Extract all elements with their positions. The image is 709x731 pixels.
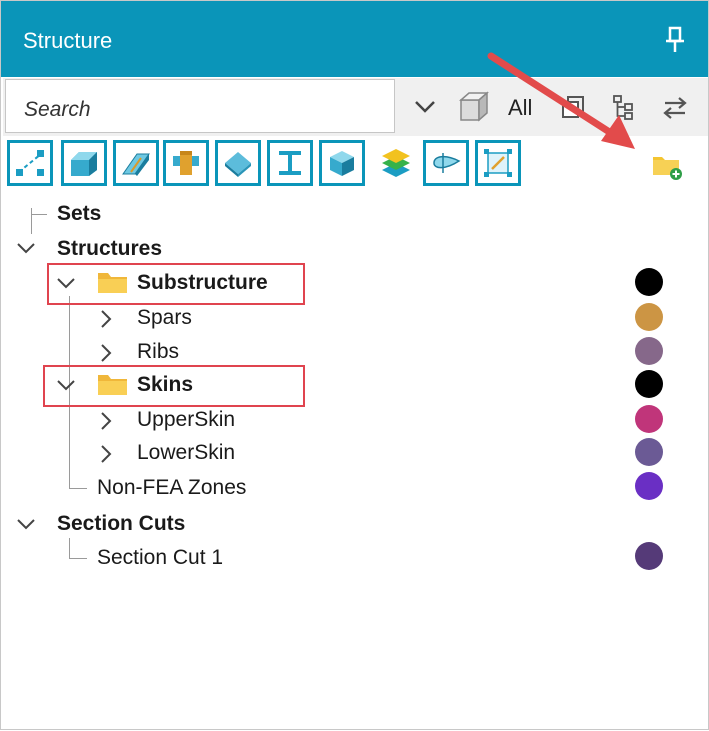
- color-swatch-section-cut-1[interactable]: [635, 542, 663, 570]
- filter-solid-button[interactable]: [61, 140, 107, 186]
- swap-arrows-icon[interactable]: [661, 95, 689, 121]
- tree-hierarchy-icon[interactable]: [611, 93, 637, 121]
- tree-item-skins[interactable]: Skins: [137, 373, 193, 397]
- copy-icon[interactable]: [559, 93, 587, 121]
- search-placeholder: Search: [24, 98, 91, 121]
- filter-zone-button[interactable]: [475, 140, 521, 186]
- tree-item-structures[interactable]: Structures: [57, 237, 162, 261]
- tree-line: [69, 558, 87, 559]
- tree-item-spars[interactable]: Spars: [137, 306, 192, 330]
- new-folder-icon[interactable]: [651, 151, 683, 181]
- filter-volume-button[interactable]: [319, 140, 365, 186]
- color-swatch-spars[interactable]: [635, 303, 663, 331]
- color-swatch-skins[interactable]: [635, 370, 663, 398]
- folder-icon: [98, 273, 127, 293]
- all-filter-label[interactable]: All: [508, 95, 532, 121]
- color-swatch-lowerskin[interactable]: [635, 438, 663, 466]
- filter-beam-button[interactable]: [267, 140, 313, 186]
- tree-item-substructure[interactable]: Substructure: [137, 271, 268, 295]
- filter-airfoil-button[interactable]: [423, 140, 469, 186]
- plate-icon: [225, 152, 251, 177]
- tree-line: [69, 488, 87, 489]
- folder-icon: [98, 375, 127, 395]
- filter-plate-button[interactable]: [215, 140, 261, 186]
- chevron-right-icon[interactable]: [99, 443, 113, 465]
- chevron-right-icon[interactable]: [99, 308, 113, 330]
- chevron-down-icon[interactable]: [15, 517, 37, 531]
- color-swatch-upperskin[interactable]: [635, 405, 663, 433]
- airfoil-icon: [433, 153, 461, 173]
- chevron-down-icon[interactable]: [55, 378, 77, 392]
- color-swatch-substructure[interactable]: [635, 268, 663, 296]
- cube-view-icon[interactable]: [457, 90, 491, 124]
- tree-item-section-cuts[interactable]: Section Cuts: [57, 512, 185, 536]
- i-beam-icon: [279, 151, 301, 175]
- pin-icon[interactable]: [661, 25, 689, 55]
- chevron-down-icon[interactable]: [413, 97, 437, 117]
- layers-icon[interactable]: [379, 146, 413, 182]
- panel-header: Structure: [1, 1, 708, 77]
- shell-icon: [122, 153, 150, 176]
- tree-line: [69, 538, 70, 558]
- chevron-down-icon[interactable]: [15, 241, 37, 255]
- tree-item-upperskin[interactable]: UpperSkin: [137, 408, 235, 432]
- cube-icon: [330, 151, 354, 176]
- color-swatch-ribs[interactable]: [635, 337, 663, 365]
- tree-line: [31, 208, 32, 234]
- filter-stiffener-button[interactable]: [163, 140, 209, 186]
- tree-line: [31, 214, 47, 215]
- tree-item-non-fea-zones[interactable]: Non-FEA Zones: [97, 476, 246, 500]
- search-input[interactable]: Search: [5, 79, 395, 133]
- chevron-down-icon[interactable]: [55, 276, 77, 290]
- filter-shell-button[interactable]: [113, 140, 159, 186]
- zone-icon: [484, 149, 512, 177]
- chevron-right-icon[interactable]: [99, 410, 113, 432]
- tree-item-sets[interactable]: Sets: [57, 202, 101, 226]
- panel-title: Structure: [23, 28, 113, 53]
- tree-item-lowerskin[interactable]: LowerSkin: [137, 441, 235, 465]
- connector-icon: [16, 150, 44, 176]
- filter-connector-button[interactable]: [7, 140, 53, 186]
- tree-item-section-cut-1[interactable]: Section Cut 1: [97, 546, 223, 570]
- solid-body-icon: [71, 152, 97, 176]
- structure-panel: Structure Search All Sets Structures Sub…: [0, 0, 709, 730]
- tree-item-ribs[interactable]: Ribs: [137, 340, 179, 364]
- chevron-right-icon[interactable]: [99, 342, 113, 364]
- color-swatch-non-fea-zones[interactable]: [635, 472, 663, 500]
- stiffener-icon: [173, 151, 199, 175]
